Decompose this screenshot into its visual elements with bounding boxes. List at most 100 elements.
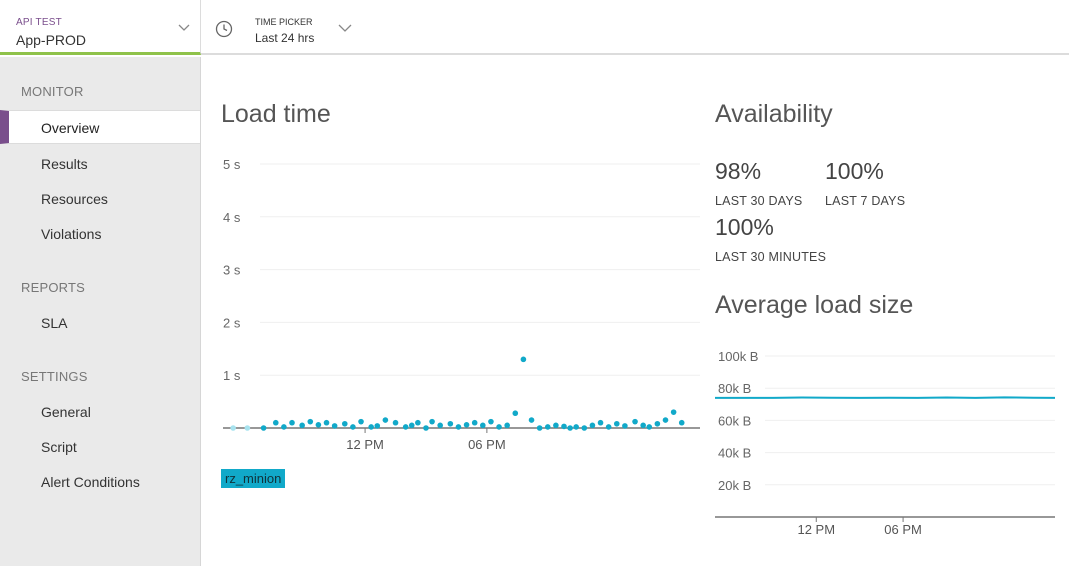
y-tick-label: 5 s [223, 157, 241, 172]
chevron-down-icon [178, 24, 190, 31]
data-point [392, 419, 399, 426]
load-time-title: Load time [221, 100, 331, 128]
data-point [382, 417, 389, 423]
data-point [415, 419, 421, 426]
sidebar-item-overview[interactable]: Overview [0, 110, 200, 144]
data-point [463, 422, 470, 428]
top-bar: API TEST App-PROD TIME PICKER Last 24 hr… [0, 0, 1069, 55]
data-point [447, 420, 454, 427]
data-point [678, 419, 685, 426]
data-point [662, 417, 669, 423]
load-time-chart: 5 s 4 s 3 s 2 s 1 s 12 PM 06 PM [223, 157, 700, 452]
sidebar-item-script[interactable]: Script [0, 430, 200, 464]
time-picker-value: Last 24 hrs [255, 31, 315, 45]
avg-load-size-chart: 100k B 80k B 60k B 40k B 20k B 12 PM 06 PM [715, 349, 1056, 537]
availability-30-days-value: 98% [715, 158, 762, 184]
data-point [408, 422, 415, 429]
availability-30-minutes-value: 100% [715, 214, 774, 240]
availability-30-days-label: LAST 30 DAYS [715, 194, 803, 208]
clock-icon [215, 20, 233, 38]
y-tick-label: 60k B [718, 413, 751, 428]
data-point [230, 425, 236, 431]
availability-title: Availability [715, 100, 833, 128]
data-point [605, 424, 612, 430]
y-tick-label: 80k B [718, 381, 751, 396]
data-point [573, 424, 579, 430]
data-point [402, 424, 409, 430]
data-point [512, 410, 519, 417]
data-point [536, 425, 543, 431]
data-point [299, 422, 305, 429]
y-tick-label: 4 s [223, 210, 241, 225]
data-point [331, 423, 338, 429]
data-point [358, 418, 364, 425]
data-point [640, 422, 646, 429]
data-point [622, 423, 628, 429]
time-picker[interactable]: TIME PICKER Last 24 hrs [202, 0, 362, 53]
data-point [260, 425, 267, 431]
sidebar-section-settings: SETTINGS [21, 369, 88, 384]
sidebar-item-violations[interactable]: Violations [0, 217, 200, 251]
sidebar-item-sla[interactable]: SLA [0, 306, 200, 340]
time-picker-label: TIME PICKER [255, 17, 313, 27]
y-tick-label: 2 s [223, 315, 241, 330]
y-tick-label: 3 s [223, 263, 241, 278]
data-point [488, 418, 494, 425]
sidebar-section-reports: REPORTS [21, 280, 86, 295]
data-point [504, 422, 510, 429]
data-point [455, 424, 462, 430]
data-point [289, 419, 295, 426]
data-point [323, 419, 330, 426]
y-tick-label: 1 s [223, 368, 241, 383]
sidebar-item-alert-conditions[interactable]: Alert Conditions [0, 465, 200, 499]
x-tick-label: 12 PM [346, 437, 384, 452]
data-point [350, 424, 356, 430]
sidebar-section-monitor: MONITOR [21, 84, 84, 99]
data-point [429, 418, 435, 425]
app-selector[interactable]: API TEST App-PROD [0, 0, 201, 55]
y-tick-label: 100k B [718, 349, 758, 364]
sidebar-item-results[interactable]: Results [0, 147, 200, 181]
data-point [423, 425, 429, 431]
chevron-down-icon [338, 24, 352, 32]
y-tick-label: 20k B [718, 478, 751, 493]
x-tick-label: 06 PM [884, 522, 922, 537]
data-point [654, 420, 661, 427]
data-point [567, 425, 573, 431]
y-tick-label: 40k B [718, 446, 751, 461]
x-tick-label: 12 PM [797, 522, 835, 537]
app-selector-label: API TEST [16, 17, 62, 28]
data-point [471, 419, 478, 426]
data-point [437, 422, 443, 429]
data-point [597, 419, 604, 426]
data-point [341, 420, 348, 427]
data-point [561, 423, 567, 430]
data-point [520, 356, 527, 363]
data-point [528, 417, 535, 423]
data-point [307, 418, 314, 425]
app-selector-value: App-PROD [16, 32, 87, 48]
data-point [368, 424, 374, 430]
data-point [553, 422, 559, 429]
avg-load-size-title: Average load size [715, 291, 914, 319]
data-point [480, 422, 486, 429]
data-point [589, 422, 596, 429]
sidebar-item-resources[interactable]: Resources [0, 182, 200, 216]
data-point [496, 424, 502, 430]
data-point [315, 422, 322, 428]
availability-30-minutes-label: LAST 30 MINUTES [715, 250, 827, 264]
data-point [272, 419, 279, 426]
x-tick-label: 06 PM [468, 437, 506, 452]
data-point [244, 425, 251, 431]
data-point [632, 418, 638, 425]
data-point [670, 409, 677, 415]
data-point [613, 420, 620, 427]
data-point [374, 423, 381, 429]
legend-rz-minion[interactable]: rz_minion [221, 469, 286, 488]
data-point [544, 424, 551, 430]
availability-7-days-value: 100% [825, 158, 884, 184]
availability-7-days-label: LAST 7 DAYS [825, 194, 906, 208]
data-point [646, 424, 653, 430]
sidebar-item-general[interactable]: General [0, 395, 200, 429]
sidebar: MONITOR Overview Results Resources Viola… [0, 57, 201, 566]
